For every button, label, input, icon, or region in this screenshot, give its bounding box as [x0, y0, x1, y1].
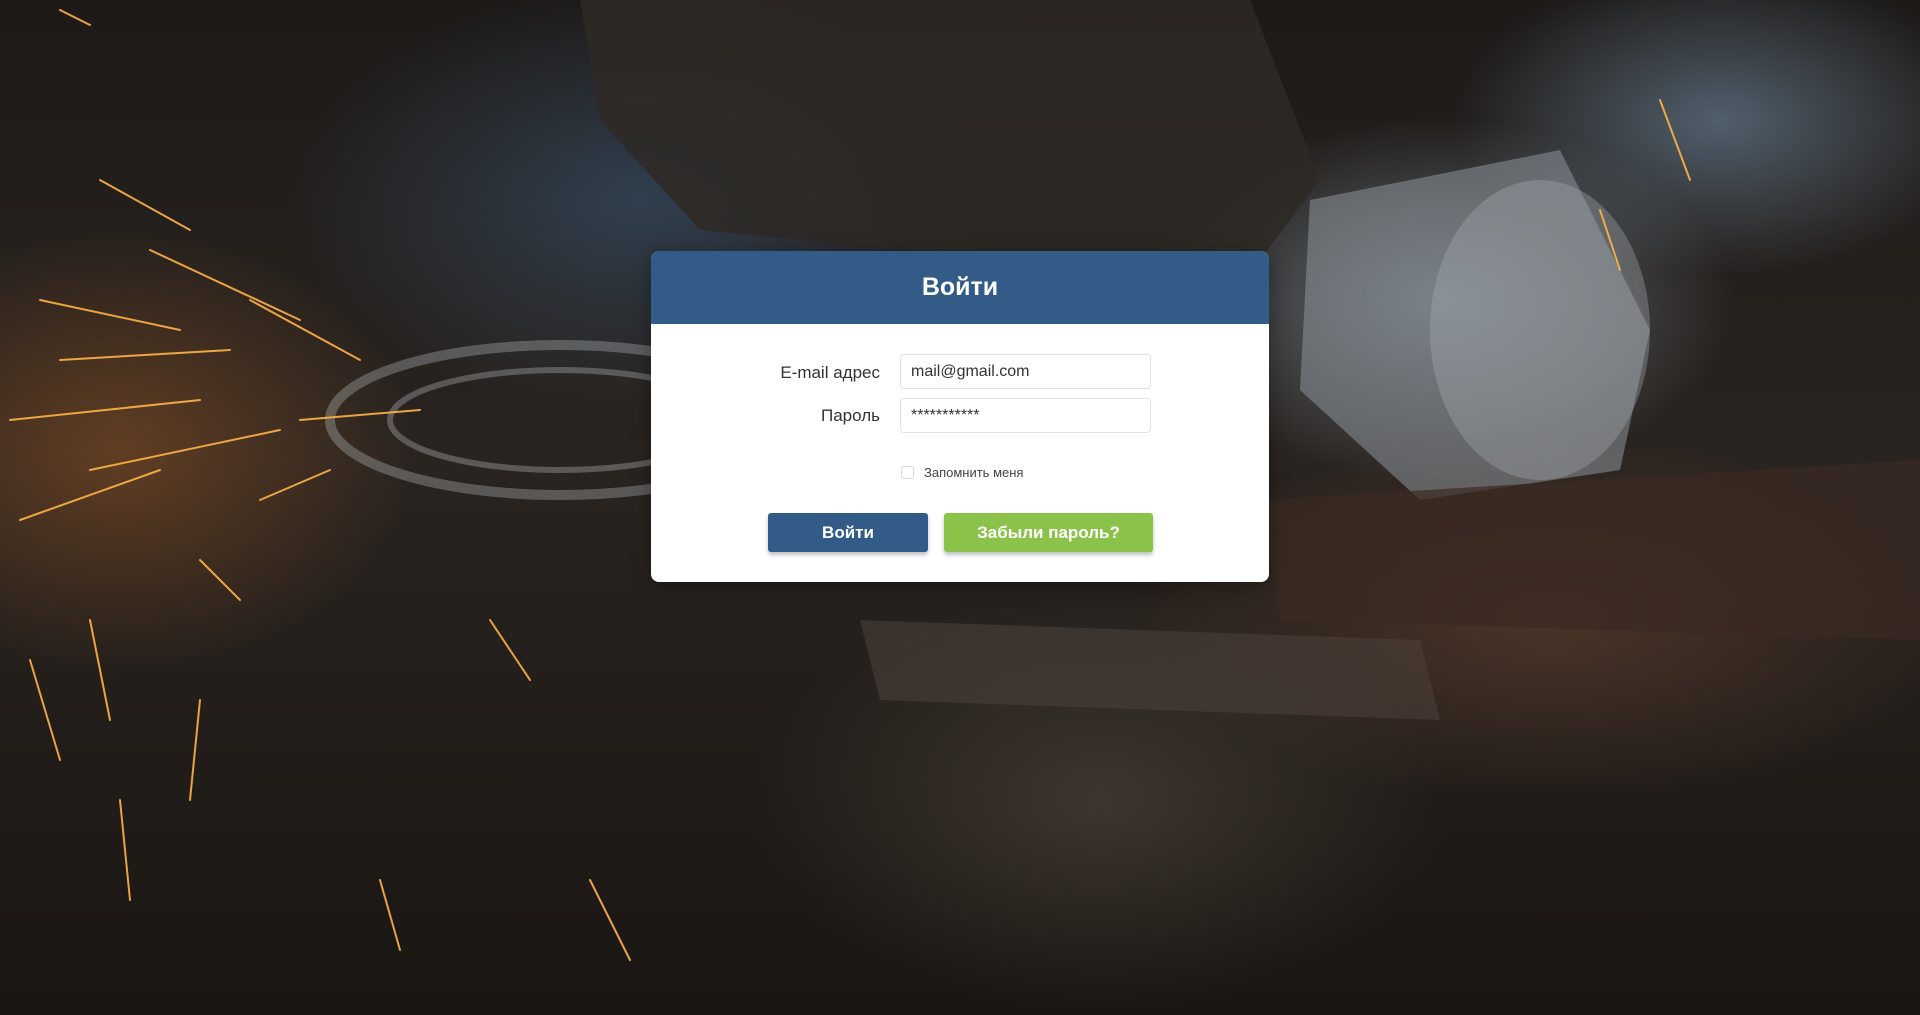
remember-me-checkbox[interactable]: [901, 466, 914, 479]
email-field[interactable]: [900, 354, 1151, 389]
login-form: E-mail адрес Пароль Запомнить меня Войти…: [651, 324, 1269, 582]
login-title: Войти: [921, 273, 999, 301]
login-button[interactable]: Войти: [768, 513, 928, 552]
remember-me-label[interactable]: Запомнить меня: [924, 465, 1023, 480]
login-card-header: Войти: [651, 251, 1269, 324]
email-label: E-mail адрес: [780, 363, 880, 382]
password-label: Пароль: [821, 406, 880, 425]
remember-me-row[interactable]: Запомнить меня: [901, 465, 1023, 480]
forgot-password-button[interactable]: Забыли пароль?: [944, 513, 1153, 552]
password-field[interactable]: [900, 398, 1151, 433]
login-card: Войти E-mail адрес Пароль Запомнить меня…: [651, 251, 1269, 582]
